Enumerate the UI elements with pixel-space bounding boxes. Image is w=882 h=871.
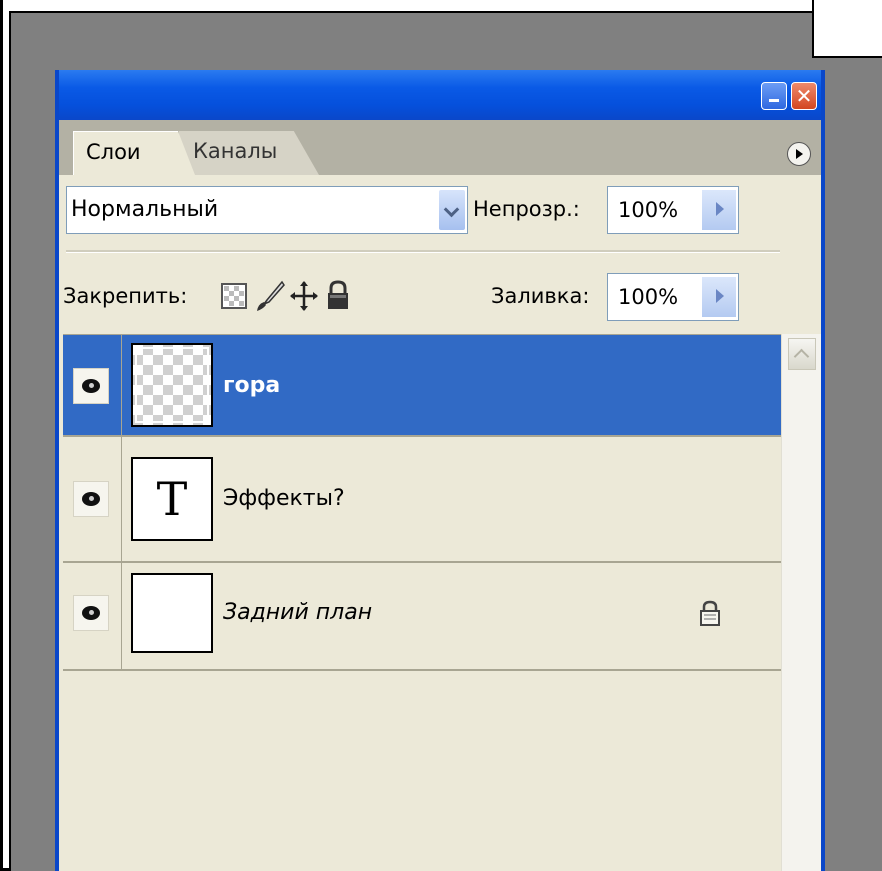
palette-tabs: Каналы Слои <box>59 120 821 175</box>
controls-divider <box>66 250 780 253</box>
layers-list: гора T Эффекты? Задний план <box>63 334 781 871</box>
layer-name: Эффекты? <box>223 486 345 511</box>
fill-label: Заливка: <box>491 284 590 308</box>
layers-scrollbar[interactable] <box>781 334 821 871</box>
fill-value: 100% <box>618 285 679 309</box>
layer-thumbnail <box>131 343 213 427</box>
fill-slider-arrow-icon[interactable] <box>702 277 736 317</box>
tab-channels-label: Каналы <box>193 139 278 163</box>
visibility-column <box>63 335 122 435</box>
eye-icon[interactable] <box>73 368 109 404</box>
close-icon: ✕ <box>795 84 813 108</box>
layer-name: Задний план <box>223 600 373 625</box>
blend-mode-select[interactable]: Нормальный <box>66 186 468 234</box>
chevron-down-icon[interactable] <box>439 190 465 230</box>
tab-layers-label: Слои <box>86 140 141 164</box>
tab-channels[interactable]: Каналы <box>179 131 319 175</box>
opacity-field[interactable]: 100% <box>607 186 739 234</box>
tab-layers[interactable]: Слои <box>73 131 195 175</box>
layers-palette: ✕ Каналы Слои Нормальный Непрозр.: 100% … <box>55 70 825 871</box>
lock-transparent-pixels-icon[interactable] <box>221 283 247 309</box>
lock-position-icon[interactable] <box>289 280 319 312</box>
layer-thumbnail <box>131 573 213 653</box>
layer-row-gora[interactable]: гора <box>63 335 781 437</box>
visibility-column <box>63 563 122 669</box>
opacity-value: 100% <box>618 198 679 222</box>
minimize-button[interactable] <box>761 82 787 110</box>
corner-panel <box>812 0 882 58</box>
lock-all-icon[interactable] <box>325 279 351 311</box>
fill-field[interactable]: 100% <box>607 273 739 321</box>
layer-row-background[interactable]: Задний план <box>63 563 781 671</box>
lock-image-pixels-icon[interactable] <box>255 280 285 312</box>
visibility-column <box>63 437 122 561</box>
lock-icon <box>700 600 720 626</box>
text-layer-thumbnail: T <box>131 457 213 541</box>
eye-icon[interactable] <box>73 595 109 631</box>
layer-name: гора <box>223 373 281 398</box>
text-layer-icon: T <box>156 472 188 526</box>
eye-icon[interactable] <box>73 481 109 517</box>
opacity-slider-arrow-icon[interactable] <box>702 190 736 230</box>
palette-menu-button[interactable] <box>787 142 811 166</box>
palette-titlebar[interactable]: ✕ <box>59 70 821 120</box>
blend-mode-value: Нормальный <box>71 197 219 222</box>
opacity-label: Непрозр.: <box>473 197 580 221</box>
lock-label: Закрепить: <box>63 284 188 308</box>
close-button[interactable]: ✕ <box>791 82 817 110</box>
layer-row-effects[interactable]: T Эффекты? <box>63 437 781 563</box>
scroll-up-button[interactable] <box>788 338 816 370</box>
